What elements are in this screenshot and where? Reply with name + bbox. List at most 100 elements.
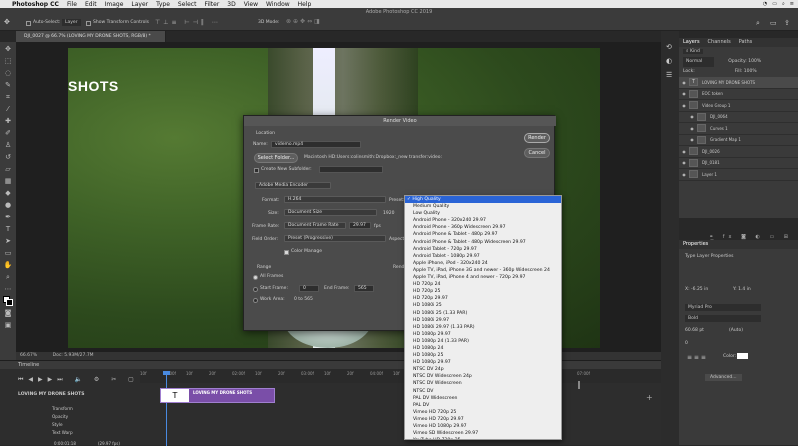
field-order-select[interactable]: Preset (Progressive) (284, 235, 386, 242)
advanced-button[interactable]: Advanced... (705, 374, 742, 381)
visibility-eye-icon[interactable]: ◉ (679, 77, 689, 89)
history-brush-icon[interactable]: ↺ (3, 152, 13, 162)
pen-tool-icon[interactable]: ✒ (3, 212, 13, 222)
encoder-select[interactable]: Adobe Media Encoder (255, 182, 331, 189)
menu-3d[interactable]: 3D (227, 1, 235, 8)
more-tools-icon[interactable]: ⋯ (3, 284, 13, 294)
timeline-clip[interactable]: T LOVING MY DRONE SHOTS (160, 388, 275, 403)
search-icon[interactable]: ⌕ (756, 19, 760, 28)
menu-file[interactable]: File (67, 1, 77, 8)
marquee-tool-icon[interactable]: ⬚ (3, 56, 13, 66)
layer-row[interactable]: ◉ EOC token (679, 89, 798, 100)
text-color-swatch[interactable] (737, 353, 748, 359)
visibility-eye-icon[interactable]: ◉ (679, 169, 689, 181)
preset-option[interactable]: Apple TV, iPad, iPhone 4 and newer - 720… (405, 274, 561, 281)
visibility-eye-icon[interactable]: ◉ (679, 157, 689, 169)
preset-option[interactable]: Medium Quality (405, 203, 561, 210)
path-select-icon[interactable]: ➤ (3, 236, 13, 246)
menu-window[interactable]: Window (266, 1, 290, 8)
preset-option[interactable]: Vimeo HD 1080p 29.97 (405, 423, 561, 430)
color-swatches-icon[interactable] (3, 296, 13, 306)
menu-filter[interactable]: Filter (204, 1, 219, 8)
document-tab[interactable]: DJI_0027 @ 66.7% (LOVING MY DRONE SHOTS,… (16, 31, 166, 42)
end-frame-input[interactable]: 565 (354, 285, 374, 292)
align-text-icons[interactable]: ≡ ≡ ≡ (687, 354, 706, 361)
brush-tool-icon[interactable]: ✐ (3, 128, 13, 138)
playhead-handle[interactable] (163, 371, 170, 375)
preset-option[interactable]: HD 1080p 25 (405, 352, 561, 359)
menu-select[interactable]: Select (178, 1, 197, 8)
quick-select-tool-icon[interactable]: ✎ (3, 80, 13, 90)
dodge-tool-icon[interactable]: ● (3, 200, 13, 210)
layer-row[interactable]: ◉ DJI_0064 (679, 111, 798, 123)
tab-channels[interactable]: Channels (708, 38, 731, 47)
quick-mask-icon[interactable]: ◙ (3, 308, 13, 318)
preset-option[interactable]: HD 1080i 25 (1.33 PAR) (405, 310, 561, 317)
preset-option[interactable]: Vimeo HD 720p 25 (405, 409, 561, 416)
size-select[interactable]: Document Size (284, 209, 377, 216)
blur-tool-icon[interactable]: ◆ (3, 188, 13, 198)
cancel-button[interactable]: Cancel (524, 148, 550, 158)
preset-option[interactable]: ✓ High Quality (405, 196, 561, 204)
tracking[interactable]: 0 (685, 341, 688, 346)
add-media-icon[interactable]: + (646, 393, 653, 402)
preset-option[interactable]: HD 1080p 29.97 (405, 359, 561, 366)
preset-option[interactable]: HD 1080p 24 (405, 345, 561, 352)
work-area-end-handle[interactable] (578, 381, 580, 389)
visibility-eye-icon[interactable]: ◉ (687, 123, 697, 135)
preset-option[interactable]: Android Phone - 320x240 29.97 (405, 217, 561, 224)
share-icon[interactable]: ⇪ (784, 19, 790, 27)
preset-option[interactable]: Android Tablet - 720p 29.97 (405, 246, 561, 253)
layer-row[interactable]: ◉ Curves 1 (679, 123, 798, 135)
zoom-level[interactable]: 66.67% (20, 353, 37, 358)
timeline-property-row[interactable]: Text Warp (52, 429, 73, 437)
color-manage-checkbox[interactable] (284, 250, 289, 255)
menu-image[interactable]: Image (105, 1, 124, 8)
move-tool-icon[interactable]: ✥ (4, 18, 16, 28)
eraser-tool-icon[interactable]: ▱ (3, 164, 13, 174)
visibility-eye-icon[interactable]: ◉ (679, 100, 689, 112)
gradient-tool-icon[interactable]: ▦ (3, 176, 13, 186)
width-value[interactable]: 1920 (383, 211, 394, 216)
preset-option[interactable]: HD 1080p 24 (1.33 PAR) (405, 338, 561, 345)
preset-option[interactable]: HD 720p 25 (405, 288, 561, 295)
preset-option[interactable]: HD 1080p 29.97 (405, 331, 561, 338)
file-name-input[interactable]: videmo.mp4 (271, 141, 361, 148)
menu-edit[interactable]: Edit (85, 1, 97, 8)
fps-input[interactable]: 29.97 (349, 222, 371, 229)
preset-option[interactable]: Android Phone - 360p Widescreen 29.97 (405, 224, 561, 231)
screen-mode-icon[interactable]: ▣ (3, 320, 13, 330)
preset-option[interactable]: YouTube HD 720p 25 (405, 437, 561, 439)
preset-option[interactable]: HD 720p 24 (405, 281, 561, 288)
y-position[interactable]: Y: 1.4 in (733, 287, 751, 292)
layer-row[interactable]: ◉ Video Group 1 (679, 100, 798, 112)
auto-select-target[interactable]: Layer (62, 19, 81, 26)
layer-row[interactable]: ◉ Layer 1 (679, 169, 798, 181)
move-tool-icon[interactable]: ✥ (3, 44, 13, 54)
timeline-playback-controls[interactable]: ⏮◀▶▶⏭ 🔈 ⚙ ✂ ▢ (18, 376, 139, 384)
lasso-tool-icon[interactable]: ◌ (3, 68, 13, 78)
start-frame-input[interactable]: 0 (299, 285, 319, 292)
preset-option[interactable]: Apple iPhone, iPod - 320x240 24 (405, 260, 561, 267)
menu-layer[interactable]: Layer (131, 1, 148, 8)
work-area-radio[interactable] (253, 298, 258, 303)
preset-option[interactable]: NTSC DV (405, 388, 561, 395)
tab-layers[interactable]: Layers (683, 38, 700, 47)
font-size[interactable]: 60.68 pt (685, 328, 704, 333)
timeline-property-row[interactable]: Style (52, 421, 73, 429)
start-frame-radio[interactable] (253, 287, 258, 292)
preset-option[interactable]: HD 1080i 29.97 (1.33 PAR) (405, 324, 561, 331)
menu-view[interactable]: View (244, 1, 258, 8)
type-tool-icon[interactable]: T (3, 224, 13, 234)
shape-tool-icon[interactable]: ▭ (3, 248, 13, 258)
visibility-eye-icon[interactable]: ◉ (687, 111, 697, 123)
create-subfolder-checkbox[interactable] (254, 168, 259, 173)
preset-option[interactable]: Vimeo SD Widescreen 29.97 (405, 430, 561, 437)
format-select[interactable]: H.264 (284, 196, 386, 203)
adjustments-icon[interactable]: ◐ (666, 57, 672, 65)
preset-option[interactable]: Android Phone & Tablet - 480p 29.97 (405, 231, 561, 238)
battery-icon[interactable]: ▭ (772, 1, 777, 7)
eyedropper-tool-icon[interactable]: ⁄ (3, 104, 13, 114)
render-button[interactable]: Render (524, 133, 550, 143)
leading[interactable]: (Auto) (729, 328, 743, 333)
